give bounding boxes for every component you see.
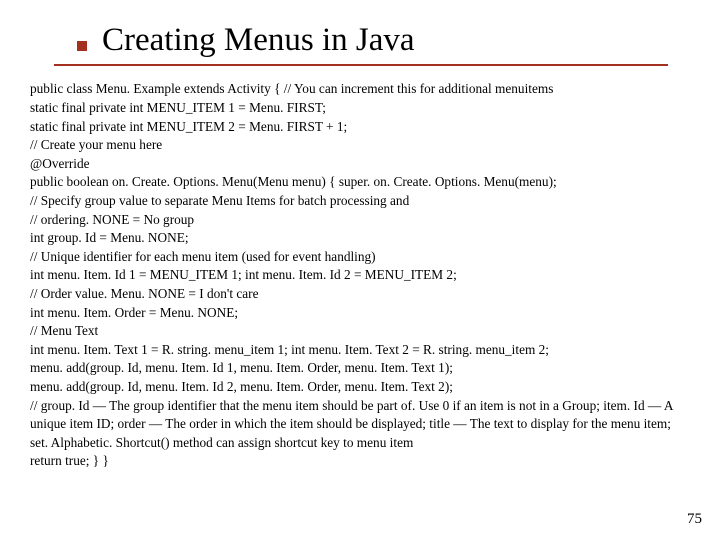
code-line: int menu. Item. Id 1 = MENU_ITEM 1; int … <box>30 266 690 285</box>
code-line: int group. Id = Menu. NONE; <box>30 229 690 248</box>
code-line: static final private int MENU_ITEM 2 = M… <box>30 118 690 137</box>
code-line: menu. add(group. Id, menu. Item. Id 2, m… <box>30 378 690 397</box>
page-title: Creating Menus in Java <box>102 22 720 58</box>
code-line: // group. Id — The group identifier that… <box>30 397 690 453</box>
code-line: int menu. Item. Text 1 = R. string. menu… <box>30 341 690 360</box>
code-line: public boolean on. Create. Options. Menu… <box>30 173 690 192</box>
code-line: menu. add(group. Id, menu. Item. Id 1, m… <box>30 359 690 378</box>
code-line: public class Menu. Example extends Activ… <box>30 80 690 99</box>
code-body: public class Menu. Example extends Activ… <box>0 58 720 471</box>
code-line: static final private int MENU_ITEM 1 = M… <box>30 99 690 118</box>
bullet-icon <box>77 41 87 51</box>
code-line: int menu. Item. Order = Menu. NONE; <box>30 304 690 323</box>
code-line: // Unique identifier for each menu item … <box>30 248 690 267</box>
code-line: // Specify group value to separate Menu … <box>30 192 690 211</box>
code-line: // ordering. NONE = No group <box>30 211 690 230</box>
title-underline <box>54 64 668 66</box>
page-number: 75 <box>687 511 702 528</box>
code-line: @Override <box>30 155 690 174</box>
code-line: // Order value. Menu. NONE = I don't car… <box>30 285 690 304</box>
code-line: // Create your menu here <box>30 136 690 155</box>
code-line: return true; } } <box>30 452 690 471</box>
code-line: // Menu Text <box>30 322 690 341</box>
